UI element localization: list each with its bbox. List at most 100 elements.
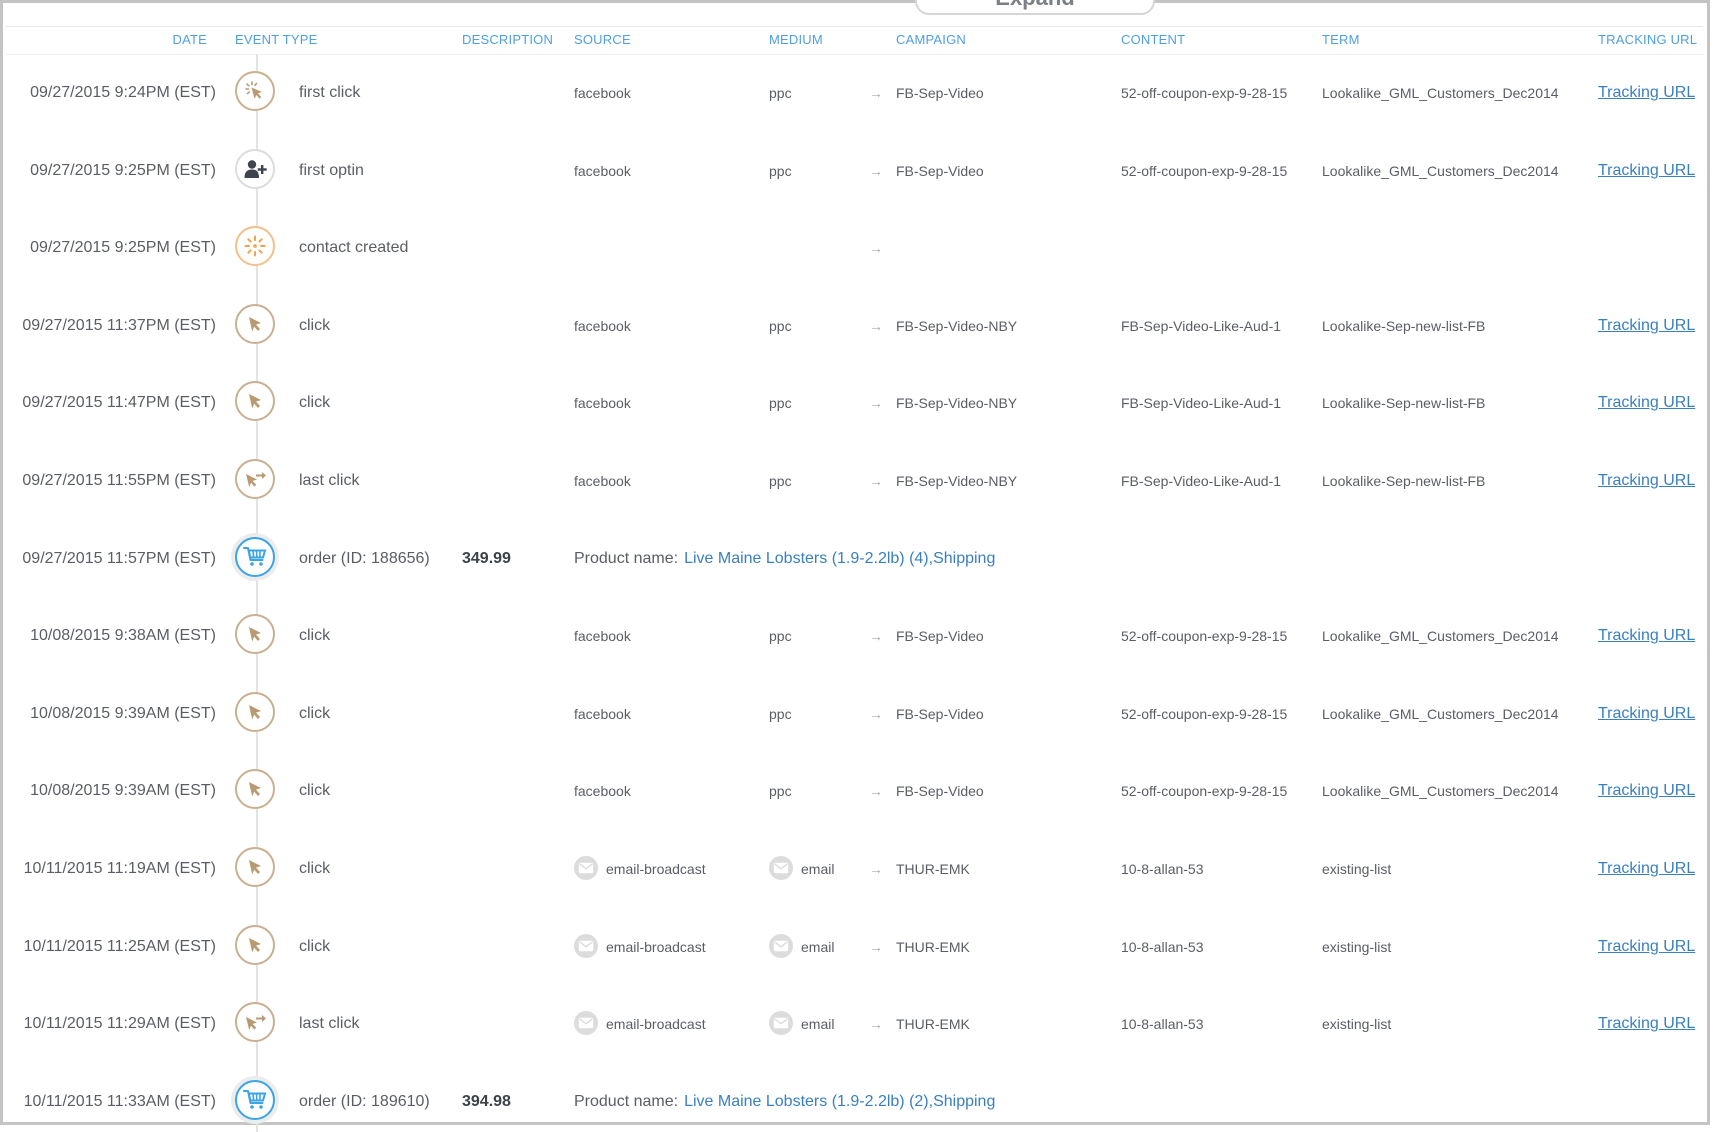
- event-row: 10/11/2015 11:29AM (EST)last clickemail-…: [3, 999, 1714, 1049]
- campaign-value: FB-Sep-Video: [896, 689, 984, 739]
- arrow-right-icon: →: [869, 922, 883, 972]
- tracking-url-link[interactable]: Tracking URL: [1598, 999, 1695, 1049]
- source-value: facebook: [574, 783, 631, 799]
- event-type: click: [299, 301, 330, 351]
- term-value: Lookalike_GML_Customers_Dec2014: [1322, 611, 1559, 661]
- content-value: 52-off-coupon-exp-9-28-15: [1121, 611, 1287, 661]
- last-click-icon: [235, 1002, 275, 1042]
- event-row: 09/27/2015 11:55PM (EST) last click facebo…: [3, 456, 1714, 506]
- event-type: click: [299, 689, 330, 739]
- term-value: Lookalike_GML_Customers_Dec2014: [1322, 68, 1559, 118]
- event-type: last click: [299, 456, 359, 506]
- column-header-campaign[interactable]: CAMPAIGN: [896, 32, 966, 47]
- arrow-right-icon: →: [869, 301, 883, 351]
- event-type: click: [299, 611, 330, 661]
- content-value: FB-Sep-Video-Like-Aud-1: [1121, 378, 1281, 428]
- arrow-right-icon: →: [869, 844, 883, 894]
- column-header-term[interactable]: TERM: [1322, 32, 1360, 47]
- column-header-event-type[interactable]: EVENT TYPE: [235, 32, 317, 47]
- tracking-url-link[interactable]: Tracking URL: [1598, 456, 1695, 506]
- event-row: 09/27/2015 9:24PM (EST)first clickfacebo…: [3, 68, 1714, 118]
- product-info: Product name:Live Maine Lobsters (1.9-2.…: [574, 534, 995, 584]
- envelope-icon: [769, 1011, 793, 1035]
- term-value: Lookalike-Sep-new-list-FB: [1322, 301, 1485, 351]
- expand-button[interactable]: Expand: [915, 0, 1155, 15]
- source-cell: facebook: [574, 146, 631, 196]
- medium-cell: ppc: [769, 689, 792, 739]
- event-date: 10/11/2015 11:25AM (EST): [24, 922, 216, 972]
- campaign-value: FB-Sep-Video: [896, 68, 984, 118]
- column-header-date[interactable]: DATE: [172, 32, 207, 47]
- order-amount: 349.99: [462, 534, 511, 584]
- tracking-url-link[interactable]: Tracking URL: [1598, 922, 1695, 972]
- cursor-click-icon: [235, 692, 275, 732]
- envelope-icon: [574, 856, 598, 880]
- source-value: facebook: [574, 628, 631, 644]
- cursor-click-icon: [235, 769, 275, 809]
- event-row: 09/27/2015 11:47PM (EST)clickfacebookppc…: [3, 378, 1714, 428]
- source-value: facebook: [574, 318, 631, 334]
- source-cell: facebook: [574, 301, 631, 351]
- event-date: 09/27/2015 11:55PM (EST): [22, 456, 216, 506]
- medium-cell: ppc: [769, 301, 792, 351]
- event-row: 10/11/2015 11:25AM (EST)clickemail-broad…: [3, 922, 1714, 972]
- medium-value: ppc: [769, 473, 792, 489]
- event-row: 09/27/2015 11:37PM (EST)clickfacebookppc…: [3, 301, 1714, 351]
- source-cell: facebook: [574, 456, 631, 506]
- event-row: 10/08/2015 9:39AM (EST)clickfacebookppc→…: [3, 689, 1714, 739]
- medium-value: ppc: [769, 318, 792, 334]
- product-label: Product name:: [574, 1093, 678, 1110]
- event-date: 10/11/2015 11:29AM (EST): [24, 999, 216, 1049]
- content-value: 10-8-allan-53: [1121, 844, 1204, 894]
- source-cell: facebook: [574, 378, 631, 428]
- content-value: 10-8-allan-53: [1121, 999, 1204, 1049]
- event-type: contact created: [299, 223, 408, 273]
- event-history-panel: Expand DATE EVENT TYPE DESCRIPTION SOURC…: [0, 0, 1710, 1125]
- order-event-row: 10/11/2015 11:33AM (EST)order (ID: 18961…: [3, 1077, 1714, 1127]
- event-date: 09/27/2015 11:57PM (EST): [22, 534, 216, 584]
- event-date: 10/08/2015 9:39AM (EST): [30, 689, 216, 739]
- tracking-url-link[interactable]: Tracking URL: [1598, 844, 1695, 894]
- tracking-url-link[interactable]: Tracking URL: [1598, 766, 1695, 816]
- column-header-description[interactable]: DESCRIPTION: [462, 32, 553, 47]
- column-header-source[interactable]: SOURCE: [574, 32, 631, 47]
- source-value: facebook: [574, 85, 631, 101]
- term-value: Lookalike_GML_Customers_Dec2014: [1322, 689, 1559, 739]
- event-date: 09/27/2015 9:25PM (EST): [30, 146, 216, 196]
- campaign-value: THUR-EMK: [896, 999, 970, 1049]
- tracking-url-link[interactable]: Tracking URL: [1598, 378, 1695, 428]
- campaign-value: FB-Sep-Video: [896, 146, 984, 196]
- column-header-medium[interactable]: MEDIUM: [769, 32, 823, 47]
- medium-value: ppc: [769, 783, 792, 799]
- source-value: facebook: [574, 163, 631, 179]
- tracking-url-link[interactable]: Tracking URL: [1598, 689, 1695, 739]
- medium-cell: ppc: [769, 611, 792, 661]
- envelope-icon: [574, 1011, 598, 1035]
- column-header-content[interactable]: CONTENT: [1121, 32, 1185, 47]
- envelope-icon: [769, 934, 793, 958]
- shopping-cart-icon: [235, 537, 275, 577]
- content-value: 10-8-allan-53: [1121, 922, 1204, 972]
- product-link[interactable]: Live Maine Lobsters (1.9-2.2lb) (4),Ship…: [684, 550, 995, 567]
- campaign-value: THUR-EMK: [896, 844, 970, 894]
- product-link[interactable]: Live Maine Lobsters (1.9-2.2lb) (2),Ship…: [684, 1093, 995, 1110]
- shopping-cart-icon: [235, 1080, 275, 1120]
- cursor-click-icon: [235, 847, 275, 887]
- arrow-right-icon: →: [869, 766, 883, 816]
- event-type: order (ID: 188656): [299, 534, 430, 584]
- tracking-url-link[interactable]: Tracking URL: [1598, 68, 1695, 118]
- event-row: 09/27/2015 9:25PM (EST)contact created→: [3, 223, 1714, 273]
- medium-cell: ppc: [769, 146, 792, 196]
- source-value: facebook: [574, 473, 631, 489]
- medium-value: email: [801, 1016, 834, 1032]
- tracking-url-link[interactable]: Tracking URL: [1598, 611, 1695, 661]
- tracking-url-link[interactable]: Tracking URL: [1598, 146, 1695, 196]
- event-row: 10/08/2015 9:38AM (EST)clickfacebookppc→…: [3, 611, 1714, 661]
- event-type: order (ID: 189610): [299, 1077, 430, 1127]
- column-header-tracking-url[interactable]: TRACKING URL: [1598, 32, 1697, 47]
- source-cell: email-broadcast: [574, 922, 706, 972]
- medium-value: ppc: [769, 163, 792, 179]
- tracking-url-link[interactable]: Tracking URL: [1598, 301, 1695, 351]
- event-type: click: [299, 378, 330, 428]
- source-value: email-broadcast: [606, 939, 706, 955]
